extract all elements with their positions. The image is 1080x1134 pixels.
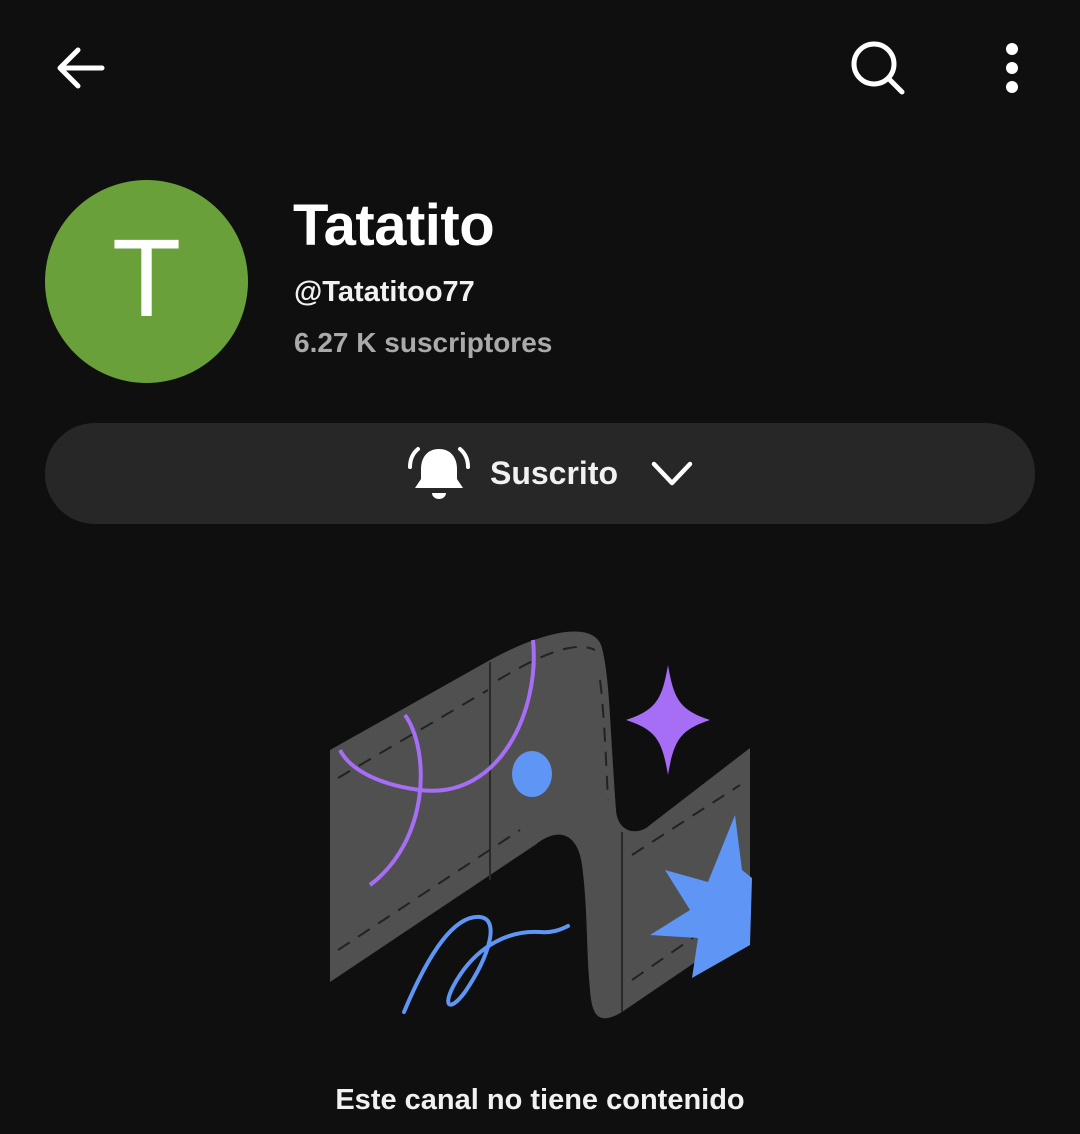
subscribed-label: Suscrito <box>489 455 619 491</box>
subscriber-count: 6.27 K suscriptores <box>294 327 553 358</box>
more-vertical-icon <box>1006 43 1018 93</box>
arrow-left-icon <box>57 47 105 89</box>
bell-icon <box>407 446 470 499</box>
more-options-button[interactable] <box>972 30 1052 106</box>
channel-avatar[interactable]: T <box>45 180 248 383</box>
channel-handle: @Tatatitoo77 <box>294 276 475 308</box>
search-icon <box>851 41 905 95</box>
subscribed-button-content: Suscrito <box>406 443 694 505</box>
subscribed-button[interactable]: Suscrito <box>45 423 1035 524</box>
empty-state-message: Este canal no tiene contenido <box>335 1084 745 1116</box>
channel-name: Tatatito <box>293 193 495 258</box>
avatar-letter: T <box>114 218 179 341</box>
empty-channel-illustration <box>330 631 752 1019</box>
search-button[interactable] <box>836 30 920 106</box>
chevron-down-icon <box>651 461 693 485</box>
top-app-bar <box>0 0 1080 140</box>
back-button[interactable] <box>40 30 120 106</box>
